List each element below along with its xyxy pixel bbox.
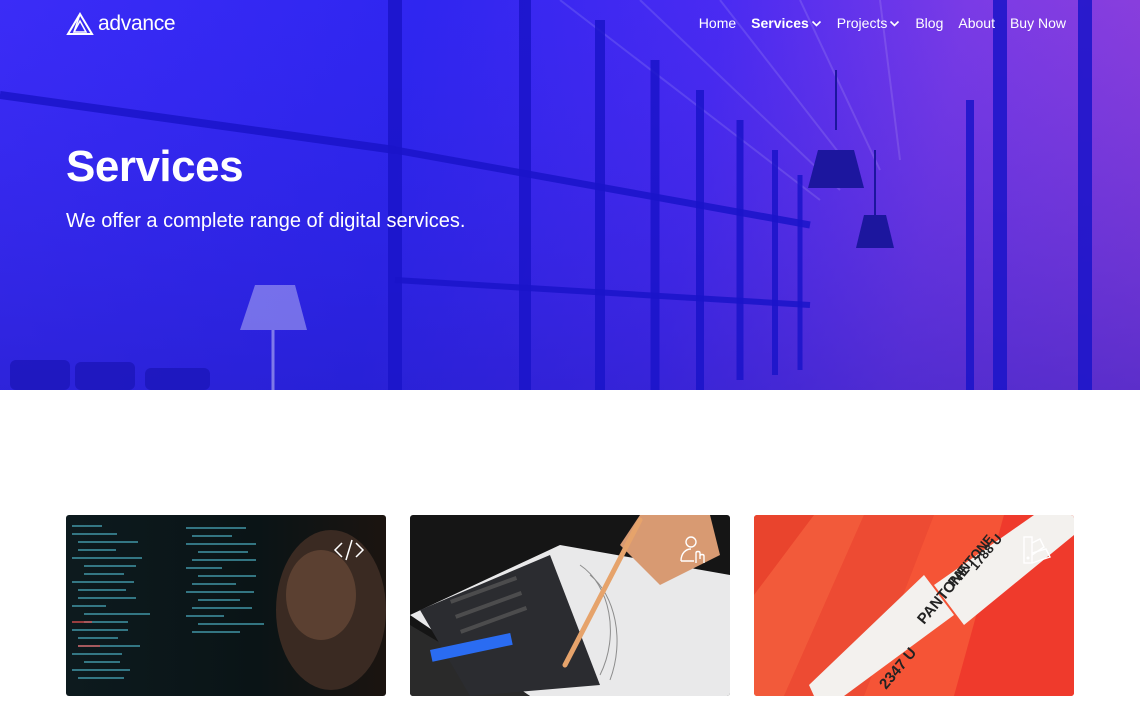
code-icon	[333, 539, 365, 561]
nav-item-label: Services	[751, 15, 809, 31]
color-swatch-icon	[1023, 536, 1051, 564]
nav-item-home[interactable]: Home	[699, 15, 736, 31]
hero-banner: advance Home Services Projects Blog Abou…	[0, 0, 1140, 390]
page-subtitle: We offer a complete range of digital ser…	[66, 210, 466, 232]
logo-triangle-icon	[66, 12, 94, 35]
brand-name: advance	[98, 12, 176, 35]
nav-item-label: Blog	[915, 15, 944, 31]
page-title: Services	[66, 142, 244, 191]
nav-item-projects[interactable]: Projects	[837, 15, 901, 31]
main-navigation: Home Services Projects Blog About Buy No…	[699, 15, 1066, 31]
hero-background-image	[0, 0, 1140, 390]
nav-item-buy-now[interactable]: Buy Now	[1010, 15, 1066, 31]
nav-item-services[interactable]: Services	[751, 15, 822, 31]
nav-item-label: Home	[698, 15, 737, 31]
nav-item-label: Projects	[836, 15, 888, 31]
nav-item-blog[interactable]: Blog	[915, 15, 943, 31]
user-touch-icon	[680, 536, 705, 563]
service-card-development[interactable]	[66, 515, 386, 696]
service-card-design[interactable]	[410, 515, 730, 696]
nav-item-label: About	[958, 15, 995, 31]
nav-item-label: Buy Now	[1009, 15, 1066, 31]
chevron-down-icon	[890, 20, 900, 27]
brand-logo[interactable]: advance	[66, 12, 176, 36]
nav-item-about[interactable]: About	[958, 15, 995, 31]
service-cards: PANTONE 2347 U PANTONE 1788 U	[66, 515, 1074, 696]
service-card-branding[interactable]: PANTONE 2347 U PANTONE 1788 U	[754, 515, 1074, 696]
chevron-down-icon	[811, 20, 821, 27]
